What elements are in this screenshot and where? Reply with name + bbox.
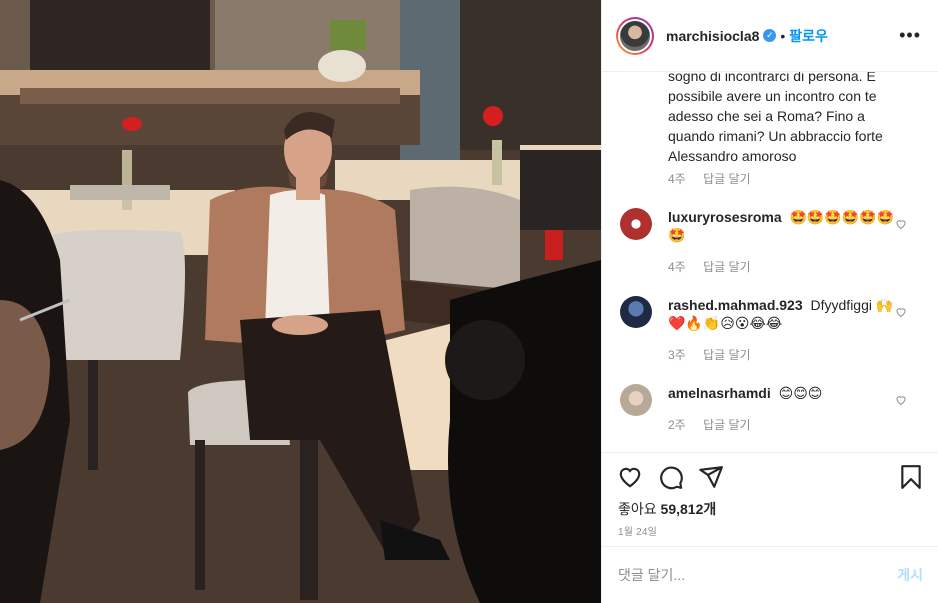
follow-button[interactable]: 팔로우	[789, 26, 828, 46]
add-comment-bar: 게시	[602, 546, 938, 603]
post-comment-button[interactable]: 게시	[897, 565, 923, 585]
comment-time: 4주	[668, 260, 686, 274]
comment-meta: 4주 답글 달기	[668, 258, 765, 275]
post-header: marchisiocla8 ✓ • 팔로우 •••	[602, 0, 938, 72]
reply-button[interactable]: 답글 달기	[703, 418, 751, 432]
post-side-panel: marchisiocla8 ✓ • 팔로우 ••• sogno di incon…	[601, 0, 938, 603]
header-separator: •	[780, 27, 786, 44]
comment-text: sogno di incontrarci di persona. E possi…	[668, 72, 883, 164]
heart-icon[interactable]	[617, 464, 643, 490]
comment-meta: 4주 답글 달기	[668, 170, 765, 187]
comment-like-icon[interactable]	[895, 394, 907, 406]
reply-button[interactable]: 답글 달기	[703, 172, 751, 186]
comment-meta: 3주 답글 달기	[668, 346, 765, 363]
author-username[interactable]: marchisiocla8	[666, 28, 759, 44]
post-date: 1월 24일	[618, 527, 658, 538]
comment-time: 2주	[668, 418, 686, 432]
commenter-avatar[interactable]	[620, 296, 652, 328]
commenter-avatar[interactable]	[620, 208, 652, 240]
commenter-username[interactable]: rashed.mahmad.923	[668, 297, 803, 313]
author-avatar[interactable]	[616, 16, 654, 55]
share-icon[interactable]	[698, 464, 724, 490]
post-photo[interactable]	[0, 0, 601, 603]
likes-count[interactable]: 좋아요 59,812개	[618, 499, 716, 519]
post-photo-scene	[0, 0, 601, 603]
likes-label: 좋아요	[618, 501, 657, 517]
post-actions: 좋아요 59,812개 1월 24일	[602, 452, 938, 546]
comment-time: 4주	[668, 172, 686, 186]
reply-button[interactable]: 답글 달기	[703, 348, 751, 362]
commenter-avatar[interactable]	[620, 384, 652, 416]
comment-like-icon[interactable]	[895, 306, 907, 318]
more-options-icon[interactable]: •••	[899, 26, 921, 44]
reply-button[interactable]: 답글 달기	[703, 260, 751, 274]
comment-input[interactable]	[618, 567, 898, 583]
comment-like-icon[interactable]	[895, 218, 907, 230]
verified-badge-icon: ✓	[763, 29, 777, 42]
comments-list[interactable]: sogno di incontrarci di persona. E possi…	[602, 72, 938, 452]
bookmark-icon[interactable]	[898, 464, 924, 490]
commenter-username[interactable]: luxuryrosesroma	[668, 209, 782, 225]
likes-number: 59,812개	[660, 501, 717, 517]
comment-icon[interactable]	[658, 464, 684, 490]
comment-text: 😊😊😊	[778, 385, 823, 401]
commenter-username[interactable]: amelnasrhamdi	[668, 385, 771, 401]
comment-time: 3주	[668, 348, 686, 362]
comment-meta: 2주 답글 달기	[668, 416, 765, 433]
